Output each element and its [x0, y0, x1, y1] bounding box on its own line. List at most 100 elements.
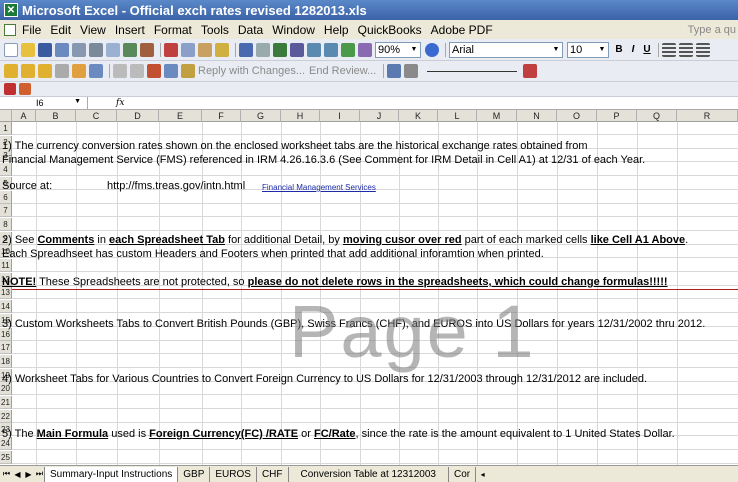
pen-color-icon[interactable] — [523, 64, 538, 78]
menu-data[interactable]: Data — [238, 23, 263, 37]
column-header[interactable]: L — [438, 110, 477, 122]
column-header[interactable]: P — [597, 110, 637, 122]
drawing-icon[interactable] — [358, 42, 372, 57]
tab-gbp[interactable]: GBP — [178, 466, 211, 482]
next-comment-icon[interactable] — [72, 64, 86, 78]
horizontal-scroll-handle[interactable]: ◂ — [478, 470, 487, 479]
menu-tools[interactable]: Tools — [201, 23, 229, 37]
workbook-icon[interactable] — [4, 23, 16, 36]
column-header[interactable]: B — [36, 110, 76, 122]
column-header[interactable]: H — [281, 110, 320, 122]
italic-icon[interactable]: I — [627, 44, 639, 55]
font-size-select[interactable]: 10 ▼ — [567, 41, 609, 58]
center-icon[interactable] — [679, 42, 693, 57]
column-header[interactable]: O — [557, 110, 597, 122]
column-header[interactable]: N — [517, 110, 557, 122]
format-painter-icon[interactable] — [215, 42, 229, 57]
column-header[interactable]: Q — [637, 110, 677, 122]
drawing-tools-icon[interactable] — [387, 64, 402, 78]
end-review-button[interactable]: End Review... — [309, 65, 376, 77]
last-sheet-icon[interactable]: ⏭ — [35, 469, 44, 479]
column-header[interactable]: A — [12, 110, 36, 122]
column-header[interactable]: K — [399, 110, 438, 122]
first-sheet-icon[interactable]: ⏮ — [2, 469, 11, 479]
pdf-email-icon[interactable] — [19, 83, 31, 95]
reviewing-pane-icon[interactable] — [164, 64, 178, 78]
sort-ascending-icon[interactable] — [307, 42, 321, 57]
previous-comment-icon[interactable] — [55, 64, 69, 78]
research-icon[interactable] — [140, 42, 154, 57]
show-ink-icon[interactable] — [113, 64, 127, 78]
column-header[interactable]: C — [76, 110, 117, 122]
column-header[interactable]: J — [360, 110, 399, 122]
protect-icon[interactable] — [4, 64, 18, 78]
autosum-icon[interactable] — [290, 42, 304, 57]
track-changes-icon[interactable] — [38, 64, 52, 78]
cell-c5-url[interactable]: http://fms.treas.gov/intn.html — [107, 180, 245, 193]
column-header[interactable]: M — [477, 110, 517, 122]
pdf-icon[interactable] — [4, 83, 16, 95]
hide-comment-icon[interactable] — [147, 64, 161, 78]
underline-icon[interactable]: U — [641, 44, 653, 55]
print-preview-icon[interactable] — [106, 42, 120, 57]
column-header[interactable]: G — [241, 110, 281, 122]
open-icon[interactable] — [21, 42, 35, 57]
cell-a2[interactable]: 1) The currency conversion rates shown o… — [2, 140, 588, 153]
fms-link[interactable]: Financial Management Services — [262, 181, 376, 194]
undo-icon[interactable] — [239, 42, 253, 57]
save-icon[interactable] — [38, 42, 52, 57]
copy-icon[interactable] — [181, 42, 195, 57]
font-name-select[interactable]: Arial ▼ — [449, 41, 563, 58]
menu-window[interactable]: Window — [272, 23, 315, 37]
prev-sheet-icon[interactable]: ◀ — [13, 470, 22, 479]
zoom-select[interactable]: 90% ▼ — [375, 41, 421, 58]
bold-icon[interactable]: B — [613, 44, 625, 55]
line-style-icon[interactable] — [404, 64, 419, 78]
help-icon[interactable] — [425, 42, 439, 57]
row-header[interactable]: 7 — [0, 204, 12, 218]
column-header[interactable]: I — [320, 110, 360, 122]
menu-help[interactable]: Help — [324, 23, 349, 37]
column-header[interactable]: E — [159, 110, 202, 122]
tab-euros[interactable]: EUROS — [210, 466, 257, 482]
new-icon[interactable] — [4, 42, 18, 57]
cell-a15[interactable]: 3) Custom Worksheets Tabs to Convert Bri… — [2, 318, 705, 331]
select-all-corner[interactable] — [0, 110, 12, 122]
row-header[interactable]: 25 — [0, 450, 12, 464]
row-header[interactable]: 14 — [0, 300, 12, 314]
tab-conversion-table[interactable]: Conversion Table at 12312003 — [288, 466, 449, 482]
row-header[interactable]: 18 — [0, 354, 12, 368]
hyperlink-icon[interactable] — [273, 42, 287, 57]
menu-format[interactable]: Format — [154, 23, 192, 37]
cell-a12[interactable]: NOTE! These Spreadsheets are not protect… — [2, 276, 668, 289]
cut-icon[interactable] — [164, 42, 178, 57]
cell-a5[interactable]: Source at: — [2, 180, 52, 193]
paste-icon[interactable] — [198, 42, 212, 57]
sort-descending-icon[interactable] — [324, 42, 338, 57]
align-right-icon[interactable] — [696, 42, 710, 57]
menu-quickbooks[interactable]: QuickBooks — [358, 23, 422, 37]
menu-file[interactable]: File — [22, 23, 41, 37]
menu-edit[interactable]: Edit — [50, 23, 71, 37]
tab-cor[interactable]: Cor — [449, 466, 477, 482]
line-sample[interactable] — [427, 70, 518, 72]
worksheet-grid[interactable]: A B C D E F G H I J K L M N O P Q R 1234… — [0, 110, 738, 465]
column-header[interactable]: F — [202, 110, 241, 122]
email-icon[interactable] — [72, 42, 86, 57]
redo-icon[interactable] — [256, 42, 270, 57]
name-box[interactable]: I6 ▼ — [0, 97, 88, 109]
reply-with-changes-button[interactable]: Reply with Changes... — [198, 65, 305, 77]
print-icon[interactable] — [89, 42, 103, 57]
show-comments-icon[interactable] — [89, 64, 103, 78]
tab-chf[interactable]: CHF — [256, 466, 289, 482]
menu-adobe-pdf[interactable]: Adobe PDF — [431, 23, 493, 37]
cell-a19[interactable]: 4) Worksheet Tabs for Various Countries … — [2, 373, 647, 386]
cell-a9[interactable]: 2) See Comments in each Spreadsheet Tab … — [2, 234, 688, 247]
spelling-icon[interactable] — [123, 42, 137, 57]
delete-comment-icon[interactable] — [130, 64, 144, 78]
tab-summary-input-instructions[interactable]: Summary-Input Instructions — [44, 466, 179, 482]
cell-a23[interactable]: 5) The Main Formula used is Foreign Curr… — [2, 428, 675, 441]
permission-icon[interactable] — [55, 42, 69, 57]
chart-wizard-icon[interactable] — [341, 42, 355, 57]
column-header[interactable]: D — [117, 110, 159, 122]
